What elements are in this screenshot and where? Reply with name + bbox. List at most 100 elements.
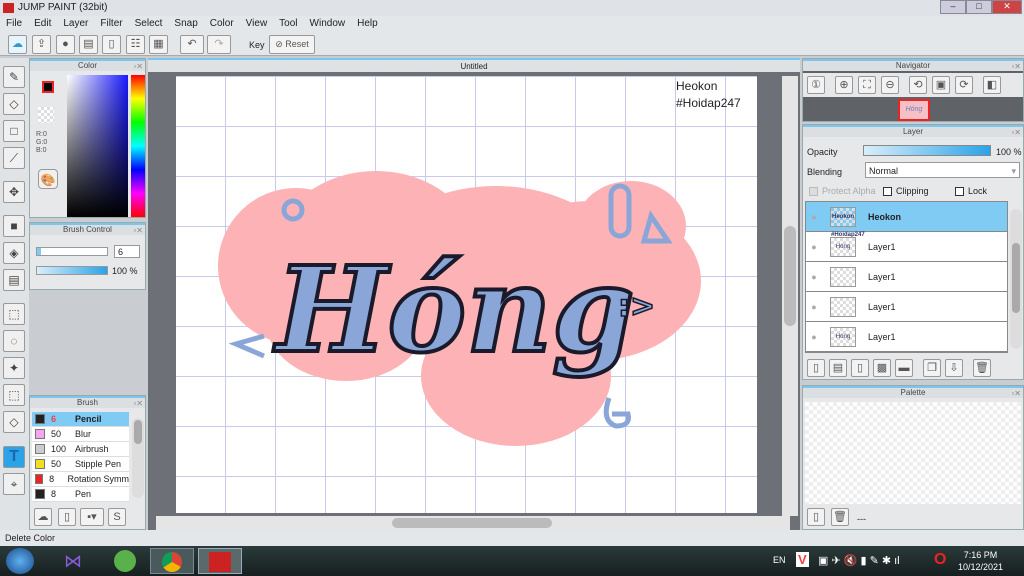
document-icon[interactable]: ▯ [102, 35, 121, 54]
panel-select-icon[interactable]: ⌖ [3, 473, 25, 495]
menu-filter[interactable]: Filter [94, 16, 128, 32]
folder-icon[interactable]: ▬ [895, 359, 913, 377]
protect-alpha-checkbox[interactable]: Protect Alpha [809, 186, 876, 196]
download-brush-icon[interactable]: ☁ [34, 508, 52, 526]
brush-settings-icon[interactable]: S [108, 508, 126, 526]
layer-opacity-slider[interactable] [863, 145, 991, 156]
navigator-preview[interactable]: Hóng [898, 99, 930, 121]
layer-item[interactable]: ● Hóng Layer1 [806, 322, 1007, 352]
start-button[interactable] [6, 548, 34, 574]
panel-close-icon[interactable]: ▫✕ [133, 399, 143, 409]
reset-view-icon[interactable]: ◧ [983, 76, 1001, 94]
select-pen-icon[interactable]: ⬚ [3, 384, 25, 406]
storyboard-icon[interactable]: ☷ [126, 35, 145, 54]
brush-menu-icon[interactable]: ▪▾ [80, 508, 104, 526]
rect-select-icon[interactable]: ⬚ [3, 303, 25, 325]
close-button[interactable]: ✕ [992, 0, 1022, 14]
blending-select[interactable]: Normal ▾ [865, 162, 1020, 178]
share-icon[interactable]: ⇪ [32, 35, 51, 54]
saturation-value-picker[interactable] [67, 75, 128, 217]
comment-icon[interactable]: ● [56, 35, 75, 54]
new-vector-layer-icon[interactable]: ▯ [851, 359, 869, 377]
text-tool-icon[interactable]: T [3, 446, 25, 468]
brush-item[interactable]: 50 Blur [32, 427, 129, 442]
new-palette-icon[interactable]: ▯ [807, 508, 825, 526]
zoom-in-icon[interactable]: ⊕ [835, 76, 853, 94]
maximize-button[interactable]: □ [966, 0, 992, 14]
menu-view[interactable]: View [240, 16, 274, 32]
menu-file[interactable]: File [0, 16, 28, 32]
gradient-tool-icon[interactable]: ▤ [3, 269, 25, 291]
rectangle-tool-icon[interactable]: □ [3, 120, 25, 142]
tone-layer-icon[interactable]: ▩ [873, 359, 891, 377]
panel-close-icon[interactable]: ▫✕ [1011, 389, 1021, 399]
message-icon[interactable]: ▤ [79, 35, 98, 54]
document-tab[interactable]: Untitled [148, 58, 800, 72]
zoom-actual-icon[interactable]: ① [807, 76, 825, 94]
lock-checkbox[interactable]: Lock [955, 186, 987, 196]
brush-size-input[interactable]: 6 [114, 245, 140, 258]
rotate-right-icon[interactable]: ⟳ [955, 76, 973, 94]
line-tool-icon[interactable]: ⟋ [3, 147, 25, 169]
clock[interactable]: 7:16 PM 10/12/2021 [958, 549, 1003, 573]
hue-slider[interactable] [131, 75, 145, 217]
vivaldi-tray-icon[interactable]: V [796, 552, 809, 567]
menu-color[interactable]: Color [204, 16, 240, 32]
layer-item[interactable]: ● Hóng Layer1 [806, 232, 1007, 262]
delete-layer-icon[interactable]: 🗑 [973, 359, 991, 377]
lasso-select-icon[interactable]: ◌ [3, 330, 25, 352]
drawing-canvas[interactable]: Hóng :> Heokon #Hoidap247 [176, 76, 757, 513]
foreground-color-swatch[interactable] [42, 81, 54, 93]
visual-studio-icon[interactable]: ⋈ [64, 551, 86, 571]
panel-close-icon[interactable]: ▫✕ [1011, 62, 1021, 72]
visibility-icon[interactable]: ● [806, 242, 822, 252]
zoom-out-icon[interactable]: ⊖ [881, 76, 899, 94]
eraser-tool-icon[interactable]: ◇ [3, 93, 25, 115]
horizontal-scrollbar[interactable] [156, 516, 790, 530]
brush-item[interactable]: 50 Stipple Pen [32, 457, 129, 472]
panel-close-icon[interactable]: ▫✕ [133, 226, 143, 236]
brush-opacity-slider[interactable] [36, 266, 108, 275]
palette-icon[interactable]: 🎨 [38, 169, 58, 189]
layer-list-scrollbar[interactable] [1010, 209, 1022, 349]
layer-item[interactable]: ● Heokon #Hoidap247 Heokon [806, 202, 1007, 238]
visibility-icon[interactable]: ● [806, 272, 822, 282]
opera-tray-icon[interactable]: O [934, 551, 946, 569]
magic-wand-icon[interactable]: ✦ [3, 357, 25, 379]
brush-size-slider[interactable] [36, 247, 108, 256]
menu-help[interactable]: Help [351, 16, 384, 32]
menu-select[interactable]: Select [129, 16, 169, 32]
language-indicator[interactable]: EN [773, 555, 786, 565]
select-eraser-icon[interactable]: ◇ [3, 411, 25, 433]
new-text-layer-icon[interactable]: ▤ [829, 359, 847, 377]
panel-close-icon[interactable]: ▫✕ [133, 62, 143, 72]
clipping-checkbox[interactable]: Clipping [883, 186, 929, 196]
new-layer-icon[interactable]: ▯ [807, 359, 825, 377]
bucket-tool-icon[interactable]: ◈ [3, 242, 25, 264]
fit-screen-icon[interactable]: ⛶ [858, 76, 876, 94]
menu-layer[interactable]: Layer [57, 16, 94, 32]
brush-list-scrollbar[interactable] [132, 418, 144, 498]
chrome-taskbar-button[interactable] [150, 548, 194, 574]
jumppaint-taskbar-button[interactable] [198, 548, 242, 574]
tray-icons[interactable]: ▣ ✈ 🔇 ▮ ✎ ✱ ıl [818, 554, 900, 567]
move-tool-icon[interactable]: ✥ [3, 181, 25, 203]
layer-item[interactable]: ● Layer1 [806, 292, 1007, 322]
layer-item[interactable]: ● Layer1 [806, 262, 1007, 292]
menu-window[interactable]: Window [304, 16, 352, 32]
pen-tool-icon[interactable]: ✎ [3, 66, 25, 88]
duplicate-layer-icon[interactable]: ❐ [923, 359, 941, 377]
menu-snap[interactable]: Snap [168, 16, 203, 32]
undo-button[interactable]: ↶ [180, 35, 204, 54]
panel-close-icon[interactable]: ▫✕ [1011, 128, 1021, 138]
delete-palette-icon[interactable]: 🗑 [831, 508, 849, 526]
menu-edit[interactable]: Edit [28, 16, 57, 32]
brush-item[interactable]: 6 Pencil [32, 412, 129, 427]
brush-item[interactable]: 8 Rotation Symm [32, 472, 129, 487]
redo-button[interactable]: ↷ [207, 35, 231, 54]
visibility-icon[interactable]: ● [806, 332, 822, 342]
transparent-color-icon[interactable] [38, 107, 54, 123]
brush-item[interactable]: 100 Airbrush [32, 442, 129, 457]
panel-edit-icon[interactable]: ▦ [149, 35, 168, 54]
flip-icon[interactable]: ▣ [932, 76, 950, 94]
